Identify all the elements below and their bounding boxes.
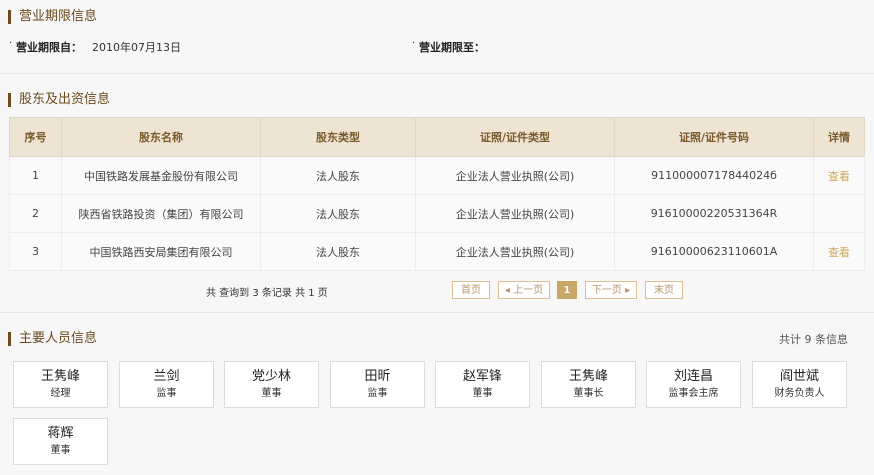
shareholders-table: 序号 股东名称 股东类型 证照/证件类型 证照/证件号码 详情 1 中国铁路发展… [9, 117, 865, 271]
period-to-field: 营业期限至： [419, 39, 485, 55]
license-type: 企业法人营业执照(公司) [415, 194, 615, 233]
person-name: 刘连昌 [673, 369, 713, 384]
license-number: 91100000717844024б [614, 156, 814, 195]
last-page-button[interactable]: 末页 [645, 281, 683, 299]
person-position: 监事 [367, 388, 388, 399]
period-from-label: 营业期限自： [16, 41, 82, 54]
next-page-button[interactable]: 下一页 ▸ [585, 281, 637, 299]
row-index: 3 [9, 232, 62, 271]
person-name: 赵军锋 [462, 369, 502, 384]
shareholder-type: 法人股东 [260, 194, 416, 233]
period-from-field: 营业期限自： 2010年07月13日 [16, 39, 181, 55]
pager-info: 共 查询到 3 条记录 共 1 页 [206, 288, 328, 299]
person-name: 党少林 [251, 369, 291, 384]
person-name: 兰剑 [153, 369, 180, 384]
license-type: 企业法人营业执照(公司) [415, 232, 615, 271]
personnel-count: 共计 9 条信息 [779, 333, 848, 346]
shareholders-title: 股东及出资信息 [8, 93, 110, 107]
table-row: 1 中国铁路发展基金股份有限公司 法人股东 企业法人营业执照(公司) 91100… [9, 156, 865, 195]
section-divider [0, 73, 874, 74]
personnel-title: 主要人员信息 [8, 332, 97, 346]
column-header: 证照/证件类型 [415, 117, 615, 157]
shareholder-name: 中国铁路西安局集团有限公司 [61, 232, 261, 271]
person-name: 蒋辉 [47, 426, 74, 441]
first-page-button[interactable]: 首页 [452, 281, 490, 299]
license-type: 企业法人营业执照(公司) [415, 156, 615, 195]
person-card[interactable]: 田昕 监事 [330, 361, 425, 408]
column-header: 详情 [813, 117, 865, 157]
person-position: 董事长 [573, 388, 604, 399]
detail-cell [813, 194, 865, 233]
person-name: 田昕 [364, 369, 391, 384]
view-detail-link[interactable]: 查看 [813, 156, 865, 195]
person-position: 财务负责人 [774, 388, 825, 399]
section-divider [0, 312, 874, 313]
person-name: 王隽峰 [568, 369, 608, 384]
person-name: 阎世斌 [779, 369, 819, 384]
page-1-button[interactable]: 1 [557, 281, 577, 299]
table-row: 3 中国铁路西安局集团有限公司 法人股东 企业法人营业执照(公司) 916100… [9, 232, 865, 271]
license-number: 91610000220531364R [614, 194, 814, 233]
column-header: 序号 [9, 117, 62, 157]
person-position: 董事 [472, 388, 493, 399]
column-header: 股东名称 [61, 117, 261, 157]
person-position: 董事 [50, 445, 71, 456]
shareholder-name: 中国铁路发展基金股份有限公司 [61, 156, 261, 195]
person-card[interactable]: 党少林 董事 [224, 361, 319, 408]
prev-page-button[interactable]: ◂ 上一页 [498, 281, 550, 299]
license-number: 91610000623110601A [614, 232, 814, 271]
person-card[interactable]: 王隽峰 董事长 [541, 361, 636, 408]
bullet-dot: · [412, 38, 416, 49]
row-index: 2 [9, 194, 62, 233]
shareholder-type: 法人股东 [260, 232, 416, 271]
person-card[interactable]: 王隽峰 经理 [13, 361, 108, 408]
bullet-dot: · [9, 38, 13, 49]
person-card[interactable]: 兰剑 监事 [119, 361, 214, 408]
table-header-row: 序号 股东名称 股东类型 证照/证件类型 证照/证件号码 详情 [9, 117, 865, 157]
period-from-value: 2010年07月13日 [92, 41, 181, 54]
shareholder-name: 陕西省铁路投资（集团）有限公司 [61, 194, 261, 233]
person-card[interactable]: 蒋辉 董事 [13, 418, 108, 465]
business-period-title: 营业期限信息 [8, 10, 97, 24]
person-card[interactable]: 赵军锋 董事 [435, 361, 530, 408]
person-card[interactable]: 刘连昌 监事会主席 [646, 361, 741, 408]
view-detail-link[interactable]: 查看 [813, 232, 865, 271]
person-position: 经理 [50, 388, 71, 399]
shareholder-type: 法人股东 [260, 156, 416, 195]
person-position: 董事 [261, 388, 282, 399]
row-index: 1 [9, 156, 62, 195]
person-position: 监事会主席 [668, 388, 719, 399]
column-header: 证照/证件号码 [614, 117, 814, 157]
person-card[interactable]: 阎世斌 财务负责人 [752, 361, 847, 408]
person-position: 监事 [156, 388, 177, 399]
column-header: 股东类型 [260, 117, 416, 157]
table-row: 2 陕西省铁路投资（集团）有限公司 法人股东 企业法人营业执照(公司) 9161… [9, 194, 865, 233]
person-name: 王隽峰 [40, 369, 80, 384]
period-to-label: 营业期限至： [419, 41, 485, 54]
